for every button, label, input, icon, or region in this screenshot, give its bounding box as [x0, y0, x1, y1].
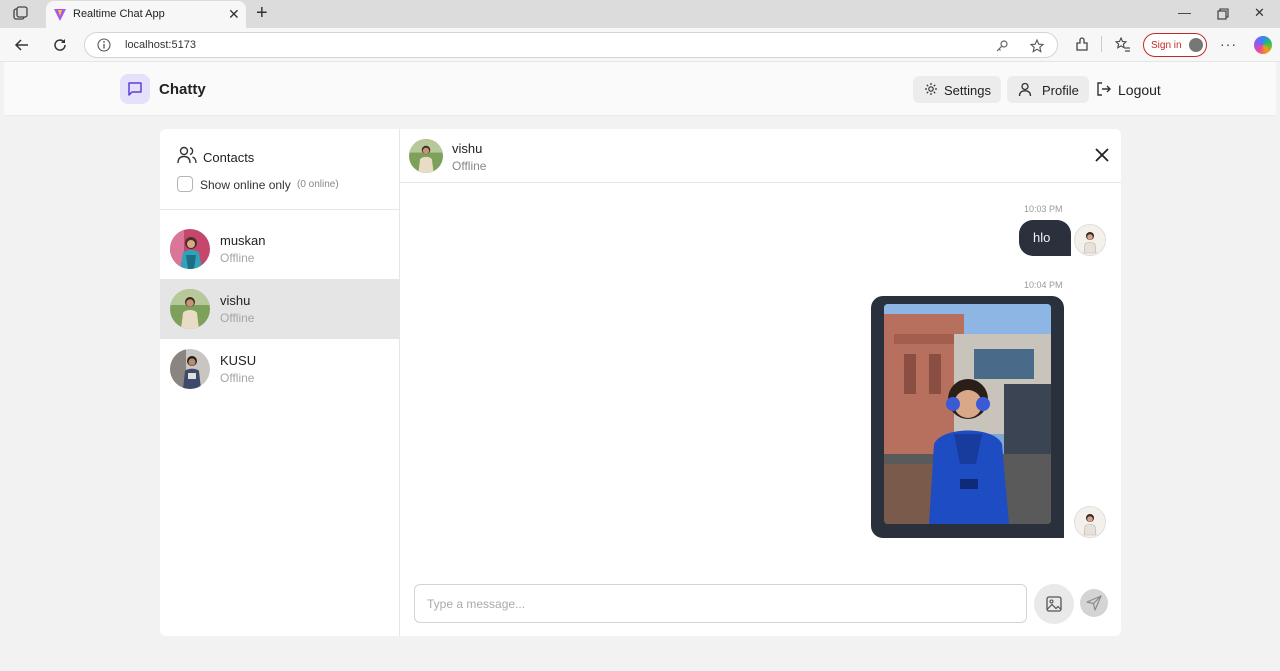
contact-item-kusu[interactable]: KUSU Offline	[160, 339, 400, 399]
back-icon[interactable]	[14, 37, 30, 53]
contact-name: KUSU	[220, 353, 257, 368]
send-button[interactable]	[1080, 589, 1108, 617]
avatar	[170, 229, 210, 269]
gear-icon	[925, 83, 937, 95]
online-count: (0 online)	[297, 179, 339, 190]
chat-bubble-icon	[128, 82, 142, 96]
site-info-icon[interactable]	[97, 38, 111, 52]
new-tab-icon[interactable]: +	[256, 3, 268, 23]
settings-button[interactable]: Settings	[913, 76, 1001, 103]
app-header: Chatty Settings Profile Logout	[4, 62, 1276, 116]
browser-tab[interactable]: Realtime Chat App ✕	[46, 1, 246, 28]
brand-name[interactable]: Chatty	[159, 81, 206, 98]
message-text: hlo	[1033, 230, 1051, 245]
favorite-star-icon[interactable]	[1030, 39, 1044, 53]
restore-icon[interactable]	[1217, 8, 1229, 20]
tab-title: Realtime Chat App	[73, 8, 165, 20]
contact-status: Offline	[220, 251, 255, 265]
logout-icon	[1097, 82, 1111, 96]
show-online-checkbox[interactable]	[177, 176, 193, 192]
message-time: 10:04 PM	[1024, 280, 1063, 290]
contact-name: muskan	[220, 233, 266, 248]
show-online-label[interactable]: Show online only	[200, 178, 291, 192]
contact-item-muskan[interactable]: muskan Offline	[160, 219, 400, 279]
image-icon	[1046, 596, 1062, 612]
user-icon	[1018, 82, 1032, 97]
attach-image-button[interactable]	[1034, 584, 1074, 624]
contact-item-vishu[interactable]: vishu Offline	[160, 279, 400, 339]
chat-contact-name: vishu	[452, 141, 483, 156]
message-bubble: hlo	[1019, 220, 1071, 256]
sign-in-button[interactable]: Sign in	[1143, 33, 1207, 57]
key-icon[interactable]	[995, 39, 1009, 53]
copilot-icon[interactable]	[1254, 36, 1272, 54]
minimize-icon[interactable]: —	[1178, 5, 1191, 21]
chat-avatar	[409, 139, 443, 173]
url-text: localhost:5173	[125, 39, 196, 51]
contact-status: Offline	[220, 311, 255, 325]
sender-avatar	[1074, 224, 1106, 256]
chat-container: Contacts Show online only (0 online) mus…	[160, 129, 1121, 636]
workspaces-icon[interactable]	[12, 6, 30, 22]
extensions-icon[interactable]	[1074, 37, 1090, 53]
favorites-icon[interactable]	[1115, 37, 1131, 53]
vite-favicon-icon	[54, 9, 66, 21]
profile-button[interactable]: Profile	[1007, 76, 1089, 103]
chat-panel: vishu Offline 10:03 PM hlo 10:04 PM	[400, 129, 1121, 636]
chat-contact-status: Offline	[452, 159, 487, 173]
refresh-icon[interactable]	[52, 37, 68, 53]
message-input[interactable]	[415, 585, 1026, 622]
more-menu-icon[interactable]: ···	[1220, 36, 1237, 52]
browser-tab-bar: Realtime Chat App ✕ + — ✕	[0, 0, 1280, 28]
profile-label: Profile	[1042, 83, 1079, 98]
avatar	[170, 349, 210, 389]
image-message-bubble	[871, 296, 1064, 538]
users-icon	[177, 146, 197, 164]
window-close-icon[interactable]: ✕	[1254, 5, 1265, 21]
message-composer	[414, 584, 1027, 623]
close-chat-icon[interactable]	[1095, 148, 1109, 162]
sign-in-label: Sign in	[1151, 40, 1182, 51]
contact-status: Offline	[220, 371, 255, 385]
contacts-title: Contacts	[203, 150, 255, 165]
logout-button[interactable]: Logout	[1096, 81, 1168, 99]
logout-label: Logout	[1118, 82, 1161, 98]
contact-name: vishu	[220, 293, 251, 308]
message-time: 10:03 PM	[1024, 204, 1063, 214]
avatar	[170, 289, 210, 329]
logo[interactable]	[120, 74, 150, 104]
sender-avatar	[1074, 506, 1106, 538]
sidebar-header: Contacts Show online only (0 online)	[160, 129, 400, 210]
send-icon	[1086, 595, 1102, 611]
tab-close-icon[interactable]: ✕	[228, 6, 240, 22]
message-image[interactable]	[884, 304, 1051, 524]
contacts-sidebar: Contacts Show online only (0 online) mus…	[160, 129, 400, 636]
address-bar: localhost:5173 Sign in ···	[0, 28, 1280, 62]
settings-label: Settings	[944, 83, 991, 98]
url-field[interactable]: localhost:5173	[84, 32, 1058, 58]
toolbar-divider	[1101, 36, 1102, 52]
user-avatar-icon	[1189, 38, 1203, 52]
chat-header: vishu Offline	[400, 129, 1121, 183]
